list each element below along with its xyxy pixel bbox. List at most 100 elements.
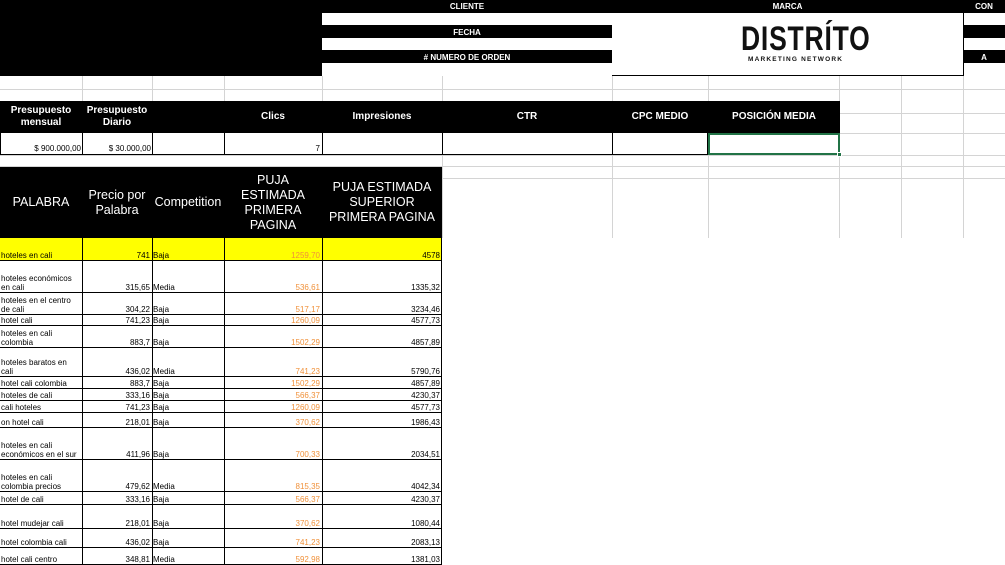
cell-competition[interactable]: Baja: [153, 450, 225, 459]
right-label-bottom: A: [981, 53, 987, 62]
cell-competition[interactable]: Baja: [153, 538, 225, 547]
cell-palabra[interactable]: on hotel cali: [1, 418, 81, 427]
metric-header-impresiones: Impresiones: [352, 111, 412, 122]
cell-superior[interactable]: 1335,32: [322, 283, 442, 292]
cell-puja[interactable]: 815,35: [224, 482, 322, 491]
cell-puja[interactable]: 370,62: [224, 418, 322, 427]
cell-precio[interactable]: 479,62: [82, 482, 152, 491]
metric-header-cpc-medio: CPC MEDIO: [631, 111, 689, 122]
cell-palabra[interactable]: hoteles en el centro de cali: [1, 296, 81, 314]
presupuesto-diario-value[interactable]: $ 30.000,00: [82, 144, 153, 153]
cell-competition[interactable]: Baja: [153, 379, 225, 388]
cell-competition[interactable]: Baja: [153, 391, 225, 400]
kw-header-puja: PUJA ESTIMADA PRIMERA PAGINA: [241, 172, 305, 232]
cell-puja[interactable]: 1502,29: [224, 379, 322, 388]
cell-palabra[interactable]: hotel de cali: [1, 495, 81, 504]
cell-puja[interactable]: 741,23: [224, 367, 322, 376]
cell-precio[interactable]: 218,01: [82, 519, 152, 528]
cell-puja[interactable]: 1259,70: [224, 251, 322, 260]
cell-competition[interactable]: Baja: [153, 403, 225, 412]
cell-superior[interactable]: 5790,76: [322, 367, 442, 376]
cell-palabra[interactable]: hotel cali centro: [1, 555, 81, 564]
cell-palabra[interactable]: hotel mudejar cali: [1, 519, 81, 528]
cell-precio[interactable]: 333,16: [82, 391, 152, 400]
table-right-border: [441, 238, 442, 565]
fecha-label: FECHA: [453, 28, 481, 37]
cell-puja[interactable]: 741,23: [224, 538, 322, 547]
cell-competition[interactable]: Baja: [153, 251, 225, 260]
cell-puja[interactable]: 1260,09: [224, 316, 322, 325]
cell-precio[interactable]: 741,23: [82, 316, 152, 325]
cell-precio[interactable]: 304,22: [82, 305, 152, 314]
cell-competition[interactable]: Media: [153, 555, 225, 564]
cell-puja[interactable]: 566,37: [224, 391, 322, 400]
cell-palabra[interactable]: hoteles baratos en cali: [1, 358, 81, 376]
cell-precio[interactable]: 883,7: [82, 379, 152, 388]
cell-superior[interactable]: 4577,73: [322, 316, 442, 325]
cell-superior[interactable]: 1381,03: [322, 555, 442, 564]
right-label-top: CON: [975, 2, 993, 11]
cell-competition[interactable]: Media: [153, 367, 225, 376]
presupuesto-mensual-value[interactable]: $ 900.000,00: [0, 144, 83, 153]
logo: DISTRÍTO MARKETING NETWORK: [741, 20, 870, 68]
cell-precio[interactable]: 436,02: [82, 367, 152, 376]
cell-precio[interactable]: 741: [82, 251, 152, 260]
cell-superior[interactable]: 1986,43: [322, 418, 442, 427]
cell-precio[interactable]: 348,81: [82, 555, 152, 564]
kw-header-precio: Precio por Palabra: [88, 187, 146, 217]
cell-competition[interactable]: Baja: [153, 519, 225, 528]
kw-header-palabra: PALABRA: [12, 195, 70, 209]
cell-precio[interactable]: 218,01: [82, 418, 152, 427]
cell-superior[interactable]: 1080,44: [322, 519, 442, 528]
cell-precio[interactable]: 411,96: [82, 450, 152, 459]
cell-puja[interactable]: 592,98: [224, 555, 322, 564]
cell-precio[interactable]: 315,65: [82, 283, 152, 292]
cell-superior[interactable]: 4230,37: [322, 495, 442, 504]
selected-cell-posicion-media[interactable]: [708, 133, 840, 155]
cell-precio[interactable]: 741,23: [82, 403, 152, 412]
cell-palabra[interactable]: hoteles económicos en cali: [1, 274, 81, 292]
cell-competition[interactable]: Media: [153, 283, 225, 292]
cell-superior[interactable]: 4578: [322, 251, 442, 260]
cell-superior[interactable]: 4857,89: [322, 379, 442, 388]
logo-tagline: MARKETING NETWORK: [748, 56, 844, 63]
cell-superior[interactable]: 4230,37: [322, 391, 442, 400]
cell-precio[interactable]: 333,16: [82, 495, 152, 504]
cell-palabra[interactable]: hoteles en cali colombia precios: [1, 473, 81, 491]
cell-palabra[interactable]: hoteles en cali económicos en el sur: [1, 441, 81, 459]
cell-competition[interactable]: Baja: [153, 305, 225, 314]
cell-superior[interactable]: 2034,51: [322, 450, 442, 459]
cell-superior[interactable]: 2083,13: [322, 538, 442, 547]
header-black-block: [0, 0, 322, 76]
cell-puja[interactable]: 700,33: [224, 450, 322, 459]
selection-fill-handle[interactable]: [837, 152, 842, 157]
cell-superior[interactable]: 4042,34: [322, 482, 442, 491]
cell-precio[interactable]: 883,7: [82, 338, 152, 347]
cell-competition[interactable]: Baja: [153, 495, 225, 504]
kw-header-superior: PUJA ESTIMADA SUPERIOR PRIMERA PAGINA: [328, 180, 436, 224]
cell-puja[interactable]: 566,37: [224, 495, 322, 504]
cell-superior[interactable]: 4857,89: [322, 338, 442, 347]
cell-competition[interactable]: Baja: [153, 338, 225, 347]
clics-value[interactable]: 7: [224, 144, 322, 153]
cell-puja[interactable]: 370,62: [224, 519, 322, 528]
cell-competition[interactable]: Baja: [153, 316, 225, 325]
cell-puja[interactable]: 1502,29: [224, 338, 322, 347]
cell-puja[interactable]: 536,61: [224, 283, 322, 292]
cell-puja[interactable]: 517,17: [224, 305, 322, 314]
cell-palabra[interactable]: hotel colombia cali: [1, 538, 81, 547]
cell-palabra[interactable]: hoteles en cali: [1, 251, 81, 260]
metric-header-clics: Clics: [261, 111, 285, 122]
cell-competition[interactable]: Media: [153, 482, 225, 491]
metric-header-posicion-media: POSICIÓN MEDIA: [732, 111, 816, 122]
cell-precio[interactable]: 436,02: [82, 538, 152, 547]
cell-puja[interactable]: 1260,09: [224, 403, 322, 412]
cell-palabra[interactable]: hotel cali: [1, 316, 81, 325]
cell-superior[interactable]: 4577,73: [322, 403, 442, 412]
cell-palabra[interactable]: cali hoteles: [1, 403, 81, 412]
cell-competition[interactable]: Baja: [153, 418, 225, 427]
cell-palabra[interactable]: hoteles de cali: [1, 391, 81, 400]
cell-palabra[interactable]: hotel cali colombia: [1, 379, 81, 388]
cell-palabra[interactable]: hoteles en cali colombia: [1, 329, 81, 347]
cell-superior[interactable]: 3234,46: [322, 305, 442, 314]
